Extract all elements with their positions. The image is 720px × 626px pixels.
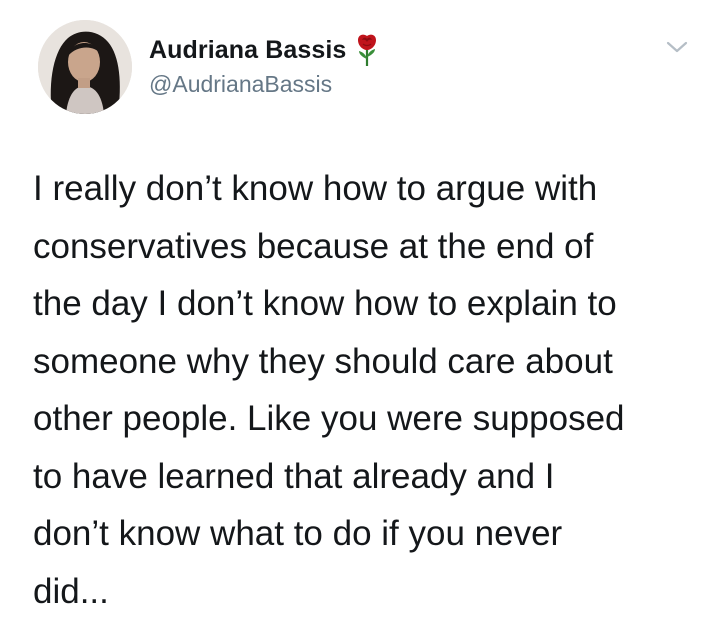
tweet-menu-button[interactable] — [662, 34, 692, 58]
tweet-card: Audriana Bassis @AudrianaBassis I really… — [0, 0, 720, 626]
display-name[interactable]: Audriana Bassis — [149, 36, 346, 65]
tweet-text-line: the day I don’t know how to explain to — [33, 284, 617, 323]
user-handle[interactable]: @AudrianaBassis — [149, 71, 332, 98]
tweet-text-line: someone why they should care about — [33, 341, 613, 381]
display-name-row: Audriana Bassis — [149, 34, 380, 66]
tweet-text-line: to have learned that already and I — [33, 456, 555, 496]
chevron-down-icon — [666, 41, 688, 53]
rose-icon — [354, 33, 380, 67]
tweet-text-line: conservatives because at the end of — [33, 226, 594, 266]
tweet-text: I really don’t know how to argue with co… — [33, 160, 693, 620]
tweet-text-line: don’t know what to do if you never — [33, 514, 563, 553]
tweet-text-line: did... — [33, 571, 109, 611]
tweet-text-line: other people. Like you were supposed — [33, 399, 625, 438]
tweet-text-line: I really don’t know how to argue with — [33, 169, 598, 208]
avatar[interactable] — [38, 20, 132, 114]
profile-photo-icon — [38, 20, 132, 114]
